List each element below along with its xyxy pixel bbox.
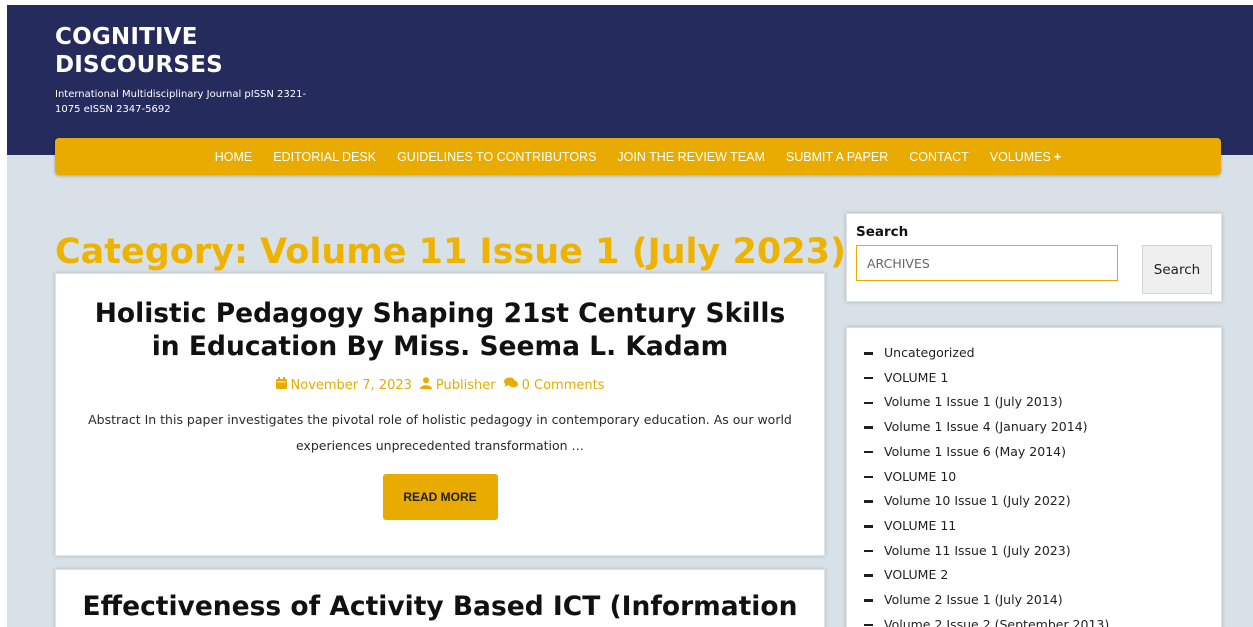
post-title[interactable]: Effectiveness of Activity Based ICT (Inf… [56, 590, 824, 623]
site-title[interactable]: COGNITIVE DISCOURSES [55, 23, 295, 79]
dash-bullet [864, 549, 873, 553]
category-item[interactable]: Volume 1 Issue 4 (January 2014) [864, 415, 1109, 440]
category-label: VOLUME 1 [884, 369, 949, 385]
dash-bullet [864, 525, 873, 528]
dash-bullet [864, 574, 873, 577]
post-title[interactable]: Holistic Pedagogy Shaping 21st Century S… [56, 297, 824, 363]
category-label: VOLUME 10 [884, 468, 957, 484]
post-comments-text: 0 Comments [521, 378, 605, 393]
search-input[interactable] [856, 245, 1118, 281]
category-label: VOLUME 11 [884, 517, 957, 533]
category-item[interactable]: Volume 11 Issue 1 (July 2023) [864, 539, 1109, 564]
category-item[interactable]: Volume 10 Issue 1 (July 2022) [864, 489, 1109, 514]
main-nav: HOME EDITORIAL DESK GUIDELINES TO CONTRI… [55, 138, 1221, 175]
post-card: Effectiveness of Activity Based ICT (Inf… [55, 569, 825, 627]
category-label: Volume 1 Issue 4 (January 2014) [884, 419, 1088, 435]
site-header: COGNITIVE DISCOURSES International Multi… [7, 5, 1253, 155]
category-item[interactable]: Volume 2 Issue 1 (July 2014) [864, 588, 1109, 613]
category-label: Volume 1 Issue 6 (May 2014) [884, 443, 1066, 459]
category-item[interactable]: VOLUME 11 [864, 514, 1109, 539]
nav-join-review-team[interactable]: JOIN THE REVIEW TEAM [607, 150, 775, 164]
nav-home[interactable]: HOME [204, 150, 263, 164]
category-item[interactable]: Volume 2 Issue 2 (September 2013) [864, 613, 1109, 627]
dash-bullet [864, 450, 873, 454]
nav-contact[interactable]: CONTACT [899, 150, 980, 164]
post-card: Holistic Pedagogy Shaping 21st Century S… [55, 273, 825, 556]
dash-bullet [864, 426, 873, 429]
plus-icon[interactable]: + [1054, 150, 1061, 164]
search-button[interactable]: Search [1142, 245, 1212, 294]
category-item[interactable]: Uncategorized [864, 341, 1109, 366]
dash-bullet [864, 623, 873, 627]
site-tagline: International Multidisciplinary Journal … [55, 89, 307, 115]
post-excerpt: Abstract In this paper investigates the … [88, 412, 792, 453]
search-label: Search [856, 224, 909, 240]
post-comments[interactable]: 0 Comments [503, 377, 605, 393]
category-item[interactable]: VOLUME 2 [864, 563, 1109, 588]
category-label: Volume 2 Issue 2 (September 2013) [884, 616, 1110, 627]
post-date[interactable]: November 7, 2023 [275, 377, 412, 393]
category-item[interactable]: VOLUME 1 [864, 366, 1109, 391]
page: COGNITIVE DISCOURSES International Multi… [7, 5, 1253, 627]
dash-bullet [864, 475, 873, 479]
nav-guidelines[interactable]: GUIDELINES TO CONTRIBUTORS [387, 150, 607, 164]
dash-bullet [864, 599, 873, 602]
category-label: VOLUME 2 [884, 567, 949, 583]
category-item[interactable]: VOLUME 10 [864, 465, 1109, 490]
category-list: Uncategorized VOLUME 1 Volume 1 Issue 1 … [864, 341, 1109, 627]
nav-volumes[interactable]: VOLUMES + [979, 150, 1071, 164]
dash-bullet [864, 376, 873, 380]
read-more-button[interactable]: READ MORE [382, 474, 498, 520]
category-label: Volume 2 Issue 1 (July 2014) [884, 592, 1063, 608]
nav-volumes-label: VOLUMES [989, 149, 1051, 164]
post-date-text: November 7, 2023 [290, 378, 412, 393]
nav-submit-paper[interactable]: SUBMIT A PAPER [775, 150, 898, 164]
categories-widget: Uncategorized VOLUME 1 Volume 1 Issue 1 … [846, 327, 1222, 627]
category-item[interactable]: Volume 1 Issue 1 (July 2013) [864, 390, 1109, 415]
post-author[interactable]: Publisher [419, 377, 496, 393]
category-title: Category: Volume 11 Issue 1 (July 2023) [55, 232, 846, 273]
nav-editorial-desk[interactable]: EDITORIAL DESK [263, 150, 387, 164]
dash-bullet [864, 401, 873, 404]
dash-bullet [864, 500, 873, 503]
category-label: Volume 10 Issue 1 (July 2022) [884, 493, 1071, 509]
category-item[interactable]: Volume 1 Issue 6 (May 2014) [864, 440, 1109, 465]
search-widget: Search Search [846, 213, 1222, 302]
dash-bullet [864, 352, 873, 355]
category-label: Volume 11 Issue 1 (July 2023) [884, 542, 1071, 558]
comments-icon [503, 377, 518, 392]
category-label: Uncategorized [884, 345, 975, 360]
user-icon [419, 377, 432, 392]
category-label: Volume 1 Issue 1 (July 2013) [884, 394, 1063, 410]
post-author-text: Publisher [435, 378, 496, 393]
post-meta: November 7, 2023 Publisher 0 Comments [56, 377, 824, 393]
calendar-icon [275, 377, 287, 392]
